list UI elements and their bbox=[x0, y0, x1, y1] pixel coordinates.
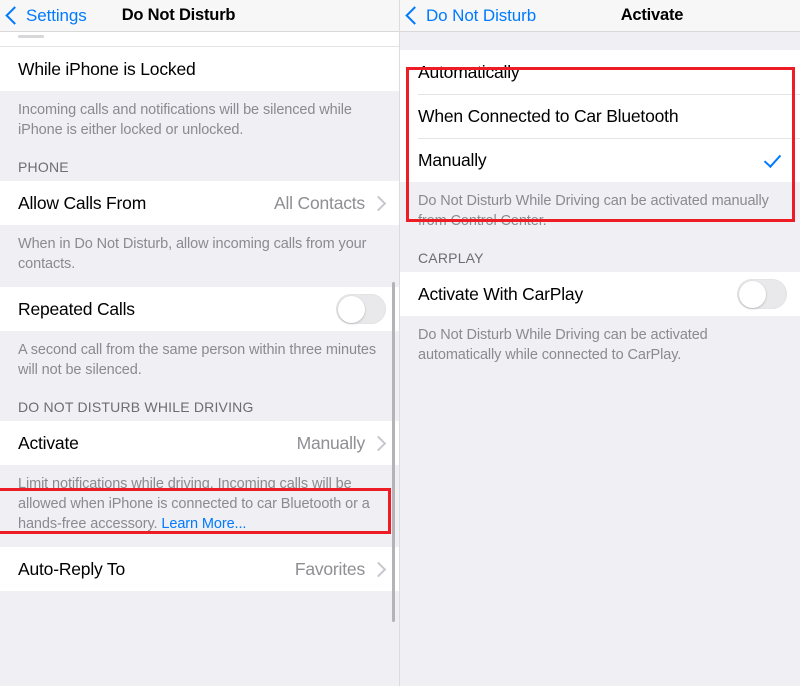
row-auto-reply-to[interactable]: Auto-Reply To Favorites bbox=[0, 547, 399, 591]
row-accessory-allow-calls: All Contacts bbox=[274, 192, 387, 214]
top-spacer bbox=[400, 32, 800, 50]
toggle-repeated-calls[interactable] bbox=[336, 294, 386, 324]
row-label-allow-calls-from: Allow Calls From bbox=[18, 192, 147, 213]
option-row-manually[interactable]: Manually bbox=[400, 138, 800, 182]
group-carplay: Activate With CarPlay bbox=[400, 272, 800, 316]
section-header-driving: DO NOT DISTURB WHILE DRIVING bbox=[18, 399, 254, 415]
dual-screenshot-container: Settings Do Not Disturb While iPhone is … bbox=[0, 0, 800, 686]
footer-repeated-calls: A second call from the same person withi… bbox=[18, 342, 376, 378]
row-value-auto-reply-to: Favorites bbox=[294, 558, 365, 579]
left-scroll-content[interactable]: While iPhone is Locked Incoming calls an… bbox=[0, 32, 399, 686]
option-label-when-connected-to-car-bluetooth: When Connected to Car Bluetooth bbox=[418, 105, 679, 126]
left-navbar: Settings Do Not Disturb bbox=[0, 0, 399, 32]
option-row-when-connected-to-car-bluetooth[interactable]: When Connected to Car Bluetooth bbox=[400, 94, 800, 138]
chevron-right-icon bbox=[370, 435, 387, 451]
row-repeated-calls[interactable]: Repeated Calls bbox=[0, 287, 399, 331]
partial-row-above bbox=[0, 32, 399, 47]
option-label-automatically: Automatically bbox=[418, 61, 520, 82]
back-button-do-not-disturb[interactable]: Do Not Disturb bbox=[400, 6, 536, 26]
row-value-allow-calls-from: All Contacts bbox=[274, 192, 365, 213]
footer-carplay: Do Not Disturb While Driving can be acti… bbox=[418, 327, 708, 363]
chevron-right-icon bbox=[370, 195, 387, 211]
back-button-settings[interactable]: Settings bbox=[0, 6, 87, 26]
chevron-left-icon bbox=[405, 6, 424, 25]
toggle-activate-with-carplay[interactable] bbox=[737, 279, 787, 309]
partial-row-ghost-text bbox=[18, 35, 44, 38]
row-activate[interactable]: Activate Manually bbox=[0, 421, 399, 465]
footer-activate-options: Do Not Disturb While Driving can be acti… bbox=[418, 193, 769, 229]
row-label-auto-reply-to: Auto-Reply To bbox=[18, 558, 125, 579]
left-screen-do-not-disturb: Settings Do Not Disturb While iPhone is … bbox=[0, 0, 400, 686]
footer-while-locked: Incoming calls and notifications will be… bbox=[18, 102, 352, 138]
section-header-carplay: CARPLAY bbox=[418, 250, 484, 266]
row-while-iphone-is-locked[interactable]: While iPhone is Locked bbox=[0, 47, 399, 91]
option-row-automatically[interactable]: Automatically bbox=[400, 50, 800, 94]
left-scrollbar[interactable] bbox=[392, 282, 395, 622]
right-scroll-content[interactable]: Automatically When Connected to Car Blue… bbox=[400, 32, 800, 686]
footer-activate: Limit notifications while driving. Incom… bbox=[0, 465, 399, 547]
group-repeated-calls: Repeated Calls bbox=[0, 287, 399, 331]
learn-more-link[interactable]: Learn More... bbox=[161, 516, 246, 532]
right-screen-activate: Do Not Disturb Activate Automatically Wh… bbox=[400, 0, 800, 686]
row-accessory-activate: Manually bbox=[296, 432, 387, 454]
row-label-activate: Activate bbox=[18, 432, 79, 453]
back-button-label: Settings bbox=[26, 5, 87, 25]
row-label-while-locked: While iPhone is Locked bbox=[18, 58, 196, 79]
chevron-right-icon bbox=[370, 561, 387, 577]
footer-allow-calls: When in Do Not Disturb, allow incoming c… bbox=[18, 236, 367, 272]
toggle-knob bbox=[738, 280, 766, 308]
right-navbar: Do Not Disturb Activate bbox=[400, 0, 800, 32]
chevron-left-icon bbox=[5, 6, 24, 25]
group-auto-reply: Auto-Reply To Favorites bbox=[0, 547, 399, 591]
row-activate-with-carplay[interactable]: Activate With CarPlay bbox=[400, 272, 800, 316]
option-label-manually: Manually bbox=[418, 149, 487, 170]
section-header-phone: PHONE bbox=[18, 159, 69, 175]
group-while-locked: While iPhone is Locked bbox=[0, 47, 399, 91]
group-activate-options: Automatically When Connected to Car Blue… bbox=[400, 50, 800, 182]
toggle-knob bbox=[337, 295, 365, 323]
row-label-activate-with-carplay: Activate With CarPlay bbox=[418, 283, 584, 304]
row-accessory-auto-reply: Favorites bbox=[294, 558, 387, 580]
group-driving: Activate Manually bbox=[0, 421, 399, 465]
checkmark-icon bbox=[763, 150, 783, 170]
row-value-activate: Manually bbox=[296, 432, 366, 453]
back-button-label: Do Not Disturb bbox=[426, 5, 537, 25]
row-label-repeated-calls: Repeated Calls bbox=[18, 298, 135, 319]
group-phone: Allow Calls From All Contacts bbox=[0, 181, 399, 225]
row-allow-calls-from[interactable]: Allow Calls From All Contacts bbox=[0, 181, 399, 225]
